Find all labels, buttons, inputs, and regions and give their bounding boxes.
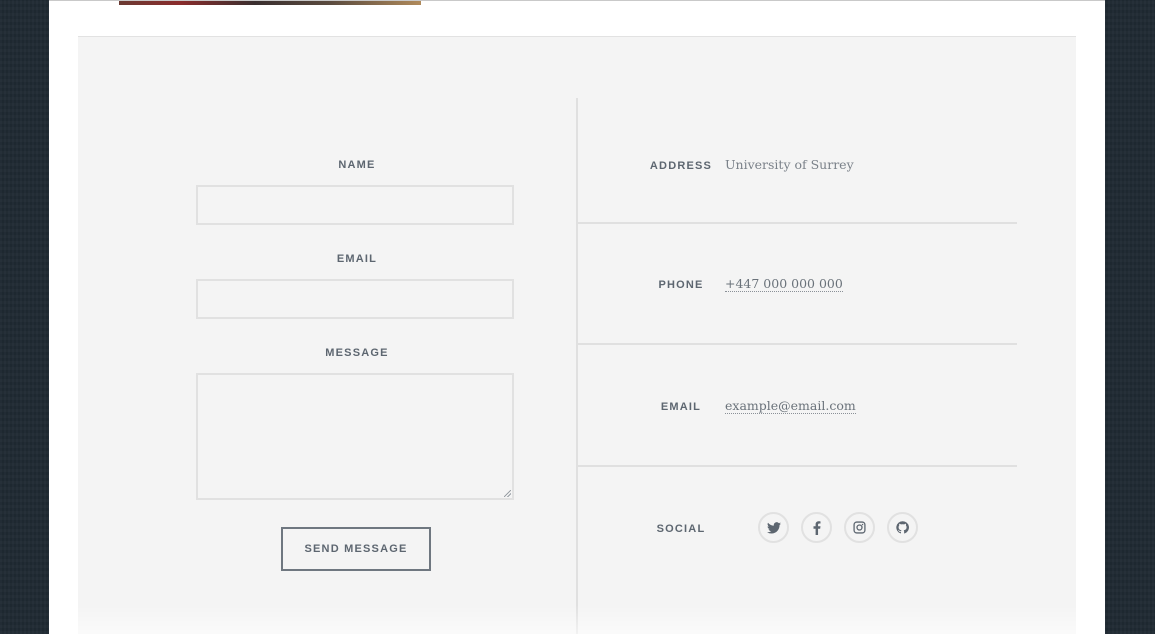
content-panel: NAME EMAIL MESSAGE SEND MESSAGE ADDRESS … — [49, 0, 1105, 634]
twitter-link[interactable] — [758, 512, 789, 543]
send-message-button[interactable]: SEND MESSAGE — [281, 527, 431, 571]
instagram-link[interactable] — [844, 512, 875, 543]
message-textarea[interactable] — [196, 373, 514, 500]
phone-link[interactable]: +447 000 000 000 — [725, 276, 843, 292]
header-image-strip — [119, 1, 421, 5]
address-label: ADDRESS — [649, 160, 713, 172]
email-info-label: EMAIL — [660, 401, 702, 413]
message-label: MESSAGE — [325, 347, 389, 359]
twitter-icon — [766, 521, 781, 534]
github-link[interactable] — [887, 512, 918, 543]
email-label: EMAIL — [336, 253, 378, 265]
facebook-icon — [813, 520, 820, 535]
facebook-link[interactable] — [801, 512, 832, 543]
social-label: SOCIAL — [656, 523, 706, 535]
phone-label: PHONE — [658, 279, 704, 291]
resize-handle-icon[interactable] — [504, 490, 511, 497]
email-link[interactable]: example@email.com — [725, 398, 856, 414]
github-icon — [896, 521, 909, 534]
info-row-phone: PHONE +447 000 000 000 — [578, 224, 1017, 345]
name-input[interactable] — [196, 185, 514, 225]
contact-section: NAME EMAIL MESSAGE SEND MESSAGE ADDRESS … — [78, 36, 1076, 634]
instagram-icon — [853, 521, 866, 534]
address-value: University of Surrey — [725, 157, 854, 172]
email-input[interactable] — [196, 279, 514, 319]
social-links — [758, 512, 918, 543]
info-row-email: EMAIL example@email.com — [578, 345, 1017, 467]
info-row-address: ADDRESS University of Surrey — [578, 98, 1017, 224]
name-label: NAME — [338, 159, 376, 171]
